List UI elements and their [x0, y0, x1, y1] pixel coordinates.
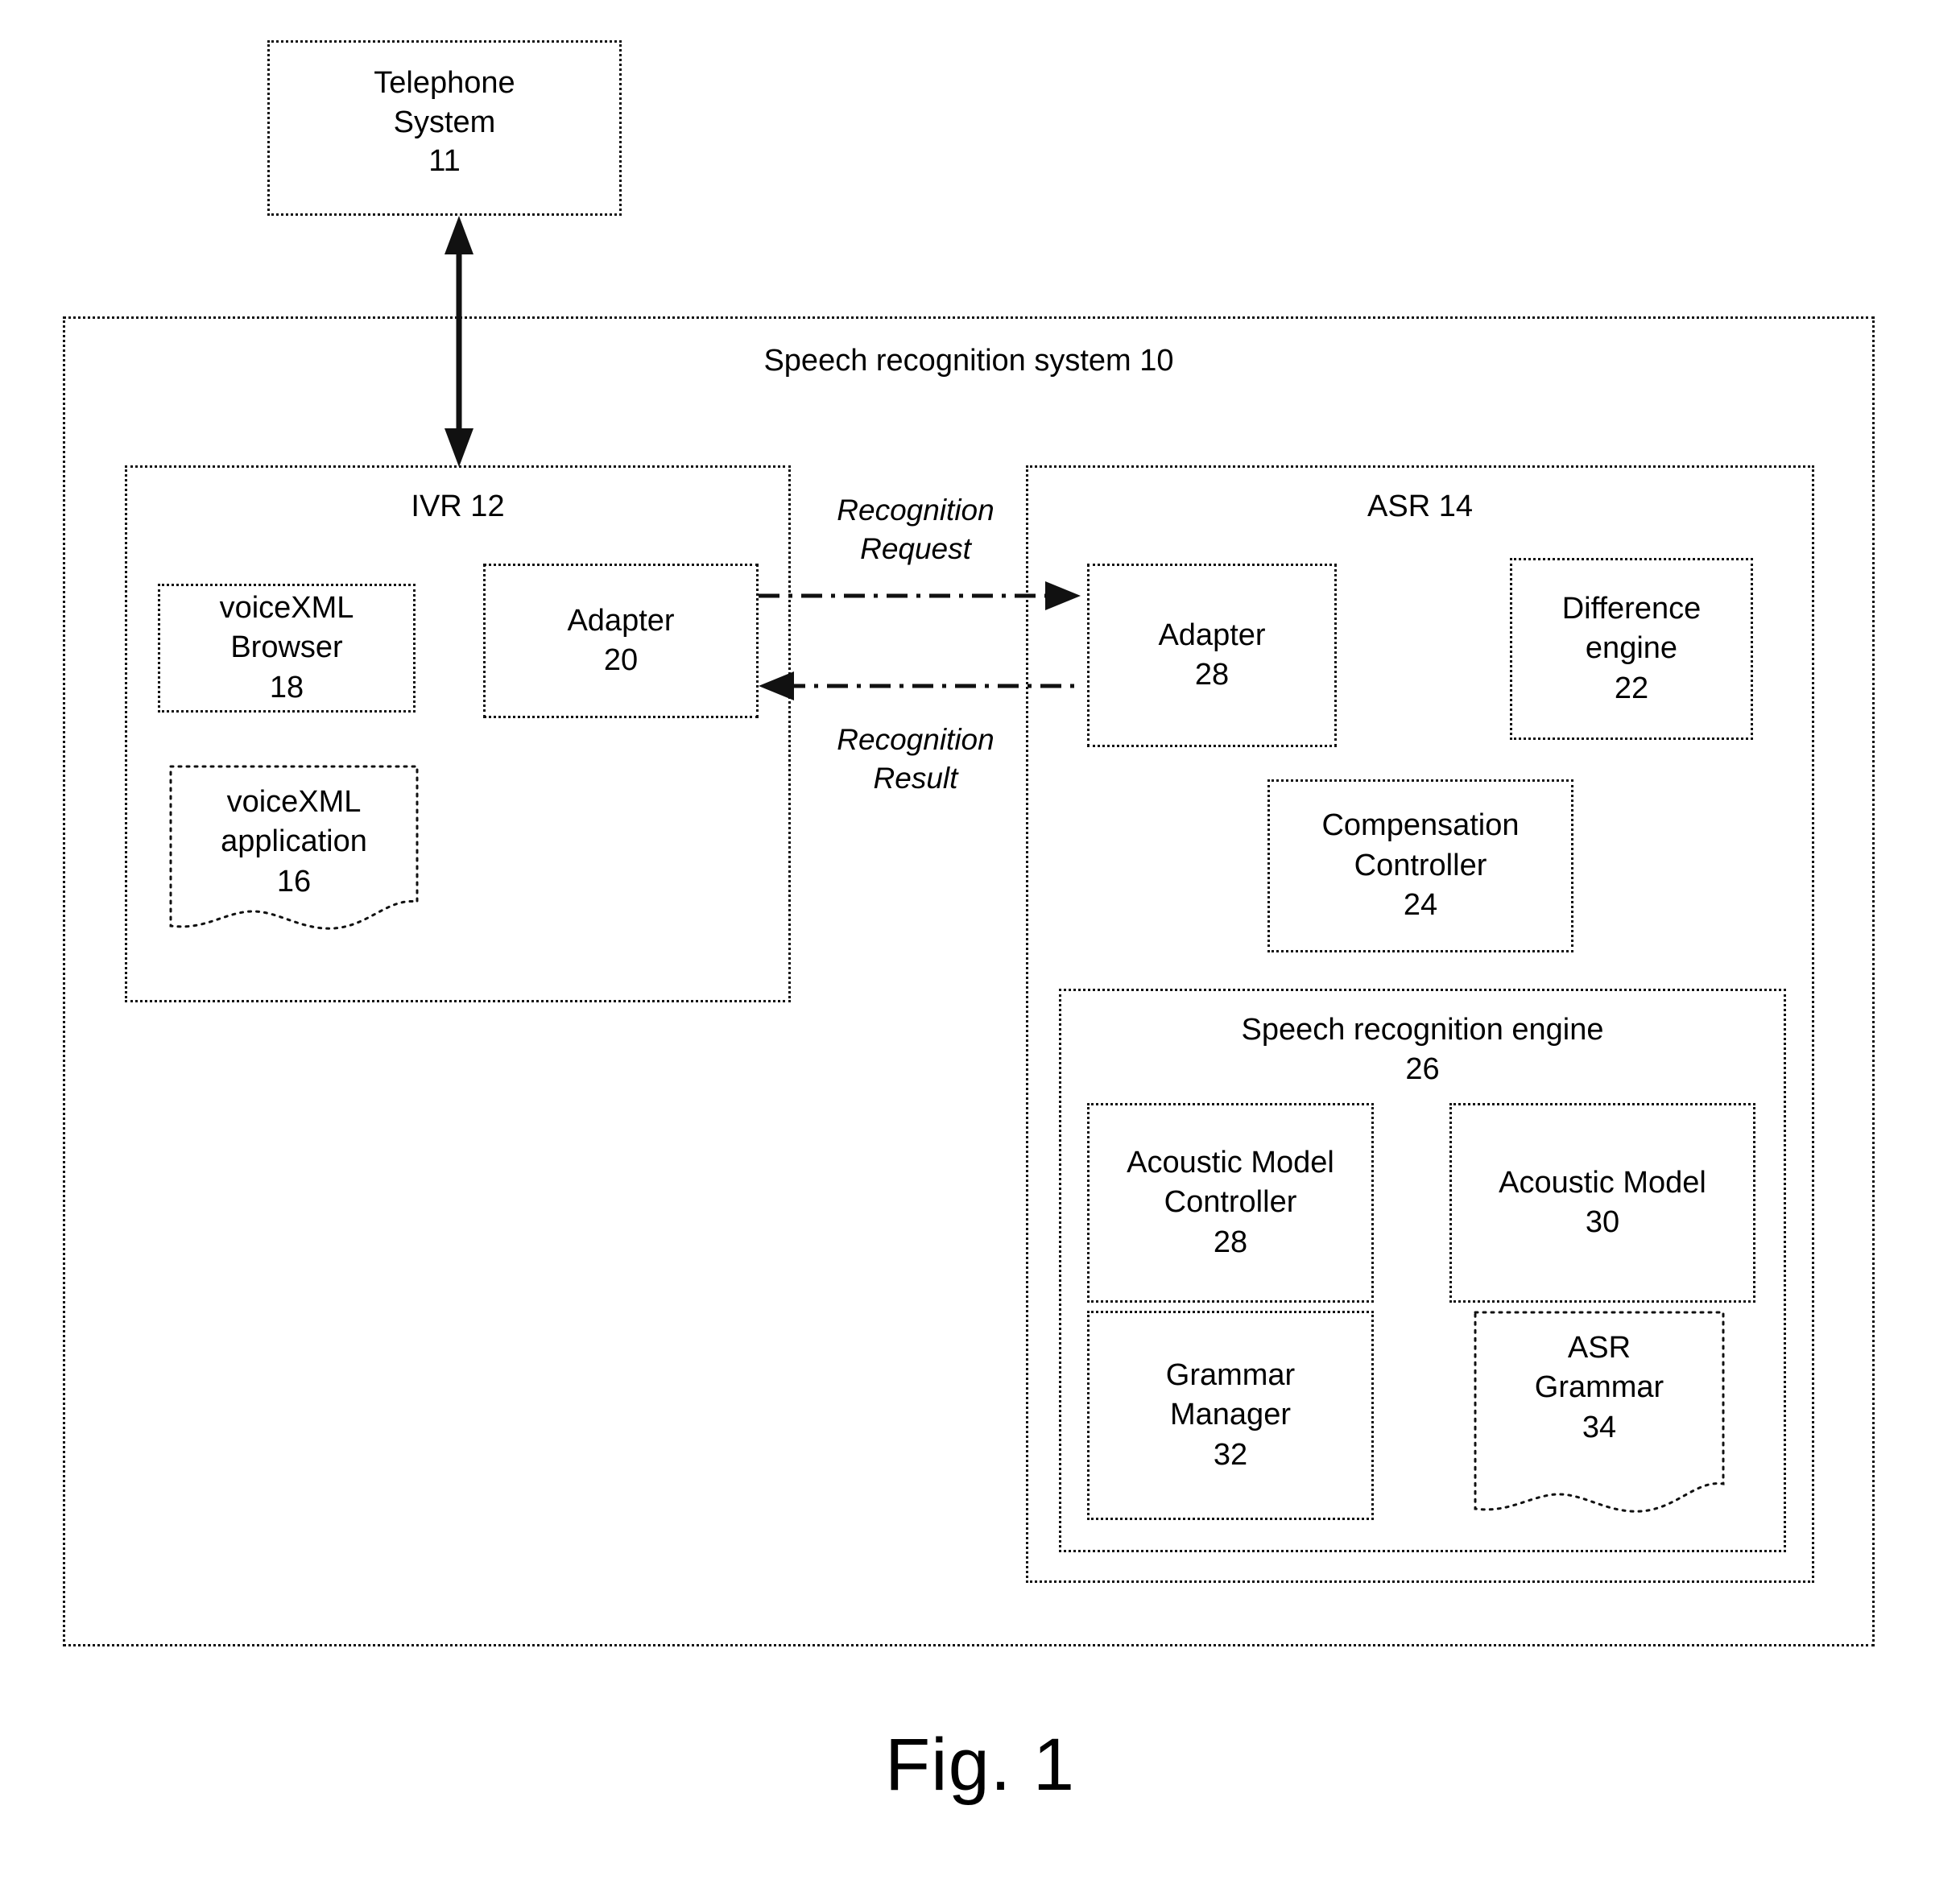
asr-label: ASR 14: [1367, 490, 1473, 523]
telephone-system-label: Telephone System 11: [374, 66, 515, 179]
voicexml-application-label: voiceXML application 16: [221, 785, 367, 899]
acoustic-model-controller-box: Acoustic Model Controller 28: [1087, 1103, 1374, 1303]
voicexml-browser-box: voiceXML Browser 18: [158, 584, 416, 713]
asr-grammar-label: ASR Grammar 34: [1534, 1331, 1664, 1444]
voicexml-application-doc: voiceXML application 16: [169, 765, 419, 938]
speech-recognition-system-label: Speech recognition system 10: [763, 344, 1174, 378]
ivr-label: IVR 12: [411, 490, 505, 523]
asr-adapter-box: Adapter 28: [1087, 564, 1337, 747]
recognition-result-label: Recognition Result: [837, 723, 994, 795]
ivr-adapter-box: Adapter 20: [483, 564, 759, 718]
compensation-controller-box: Compensation Controller 24: [1267, 779, 1573, 952]
telephone-system-box: Telephone System 11: [267, 40, 622, 216]
recognition-request-label: Recognition Request: [837, 494, 994, 566]
grammar-manager-box: Grammar Manager 32: [1087, 1311, 1374, 1520]
patent-figure: Telephone System 11 Speech recognition s…: [0, 0, 1960, 1888]
figure-caption: Fig. 1: [884, 1724, 1076, 1806]
asr-grammar-doc: ASR Grammar 34: [1474, 1311, 1725, 1520]
difference-engine-box: Difference engine 22: [1510, 558, 1753, 740]
acoustic-model-box: Acoustic Model 30: [1449, 1103, 1755, 1303]
speech-recognition-engine-label: Speech recognition engine 26: [1241, 1013, 1604, 1086]
